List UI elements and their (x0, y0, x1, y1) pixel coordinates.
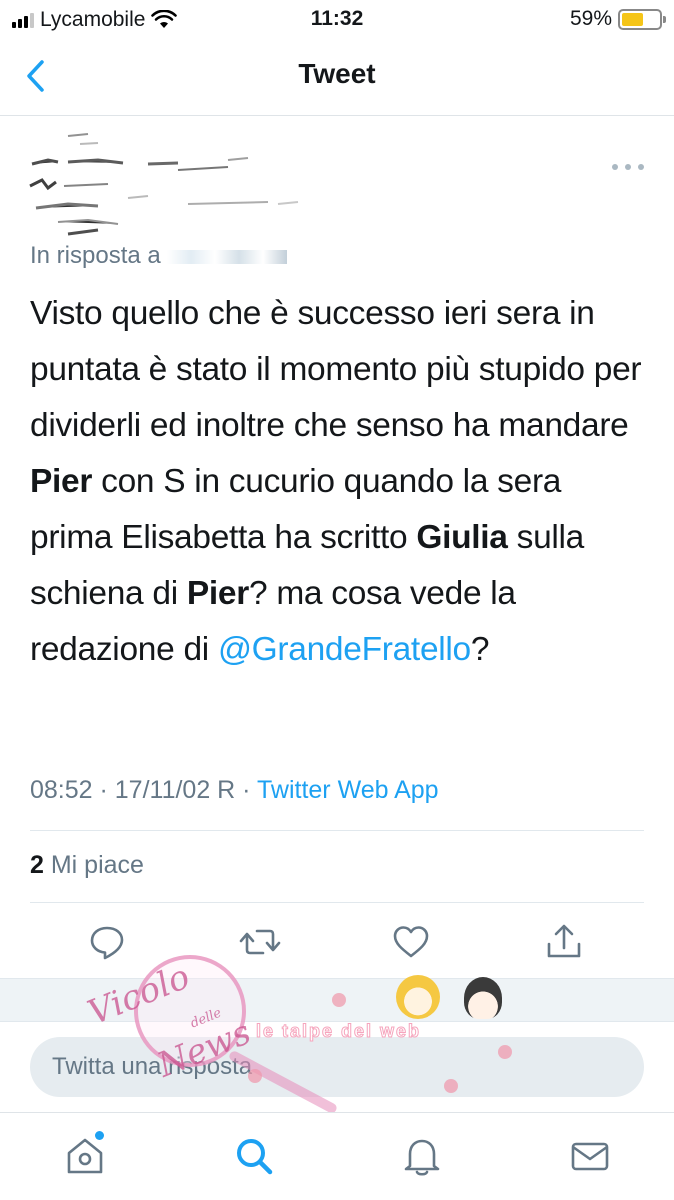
more-dot-icon (638, 164, 644, 170)
like-icon (393, 926, 429, 958)
divider (30, 902, 644, 903)
author-redacted-blur (29, 133, 299, 236)
more-dot-icon (612, 164, 618, 170)
tweet-metadata: 08:52 · 17/11/02 R · Twitter Web App (30, 776, 439, 805)
reply-to-handle-redacted[interactable] (166, 249, 287, 264)
battery-icon (618, 8, 666, 30)
tweet-text-bold: Pier (186, 575, 249, 612)
tweet-text: Visto quello che è successo ieri sera in… (30, 286, 650, 678)
status-bar: Lycamobile 11:32 59% (0, 0, 674, 40)
tab-home[interactable] (62, 1133, 108, 1179)
like-button[interactable] (389, 920, 433, 964)
reply-to-label: In risposta a (30, 242, 287, 270)
messages-icon (571, 1142, 609, 1171)
tweet-text-bold: Giulia (416, 519, 508, 556)
tweet-text-bold: Pier (30, 463, 93, 500)
navigation-bar: Tweet (0, 40, 674, 116)
search-icon (237, 1139, 273, 1175)
status-right: 59% (569, 7, 666, 31)
reply-icon (90, 926, 124, 960)
retweet-button[interactable] (238, 920, 282, 964)
tab-bar (0, 1112, 674, 1200)
retweet-icon (239, 929, 281, 955)
page-title: Tweet (298, 58, 376, 89)
divider (30, 830, 644, 831)
share-button[interactable] (542, 920, 586, 964)
battery-fill (622, 12, 644, 26)
tweet-source-link[interactable]: Twitter Web App (257, 776, 439, 804)
section-separator-band (0, 978, 674, 1022)
tab-messages[interactable] (567, 1133, 613, 1179)
tweet-text-part: Visto quello che è successo ieri sera in… (30, 295, 642, 444)
reply-input[interactable] (30, 1037, 644, 1097)
likes-count: 2 (30, 851, 44, 879)
reply-button[interactable] (85, 920, 129, 964)
battery-percent: 59% (569, 7, 612, 30)
mention-link[interactable]: @GrandeFratello (218, 631, 471, 668)
tab-search[interactable] (231, 1133, 277, 1179)
tab-notifications[interactable] (399, 1133, 445, 1179)
likes-summary[interactable]: 2 Mi piace (30, 851, 144, 880)
tweet-actions (0, 920, 674, 966)
home-icon (67, 1138, 103, 1174)
likes-label: Mi piace (43, 851, 144, 879)
home-notification-dot (95, 1131, 104, 1140)
more-options-button[interactable] (612, 152, 644, 182)
share-icon (547, 924, 581, 958)
tweet-timestamp: 08:52 · 17/11/02 R · (30, 776, 258, 804)
tweet-text-part: ? (470, 631, 490, 668)
reply-to-prefix: In risposta a (30, 242, 161, 269)
notifications-icon (404, 1139, 440, 1176)
more-dot-icon (625, 164, 631, 170)
